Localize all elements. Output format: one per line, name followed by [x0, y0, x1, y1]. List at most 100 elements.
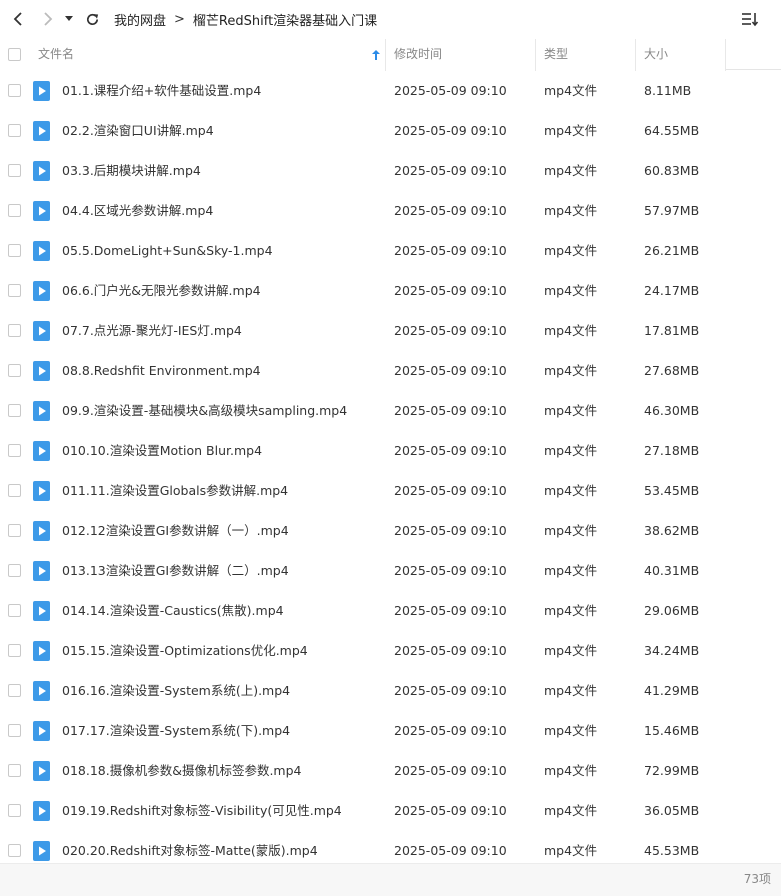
video-file-icon	[33, 521, 50, 541]
file-row[interactable]: 010.10.渲染设置Motion Blur.mp4 2025-05-09 09:…	[0, 431, 781, 471]
file-size: 53.45MB	[644, 483, 700, 498]
file-name[interactable]: 07.7.点光源-聚光灯-IES灯.mp4	[62, 311, 242, 351]
column-header-name[interactable]: 文件名	[0, 39, 386, 71]
file-name[interactable]: 010.10.渲染设置Motion Blur.mp4	[62, 431, 262, 471]
file-row[interactable]: 014.14.渲染设置-Caustics(焦散).mp4 2025-05-09 0…	[0, 591, 781, 631]
file-name[interactable]: 011.11.渲染设置Globals参数讲解.mp4	[62, 471, 288, 511]
file-name[interactable]: 012.12渲染设置GI参数讲解（一）.mp4	[62, 511, 289, 551]
video-file-icon	[33, 681, 50, 701]
file-row[interactable]: 08.8.Redshfit Environment.mp4 2025-05-09 …	[0, 351, 781, 391]
file-name[interactable]: 015.15.渲染设置-Optimizations优化.mp4	[62, 631, 308, 671]
file-row[interactable]: 018.18.摄像机参数&摄像机标签参数.mp4 2025-05-09 09:10…	[0, 751, 781, 791]
file-type: mp4文件	[544, 723, 598, 738]
file-row[interactable]: 09.9.渲染设置-基础模块&高级模块sampling.mp4 2025-05-0…	[0, 391, 781, 431]
file-size: 17.81MB	[644, 323, 700, 338]
file-name[interactable]: 03.3.后期模块讲解.mp4	[62, 151, 201, 191]
row-checkbox[interactable]	[8, 764, 21, 777]
row-checkbox[interactable]	[8, 204, 21, 217]
file-row[interactable]: 019.19.Redshift对象标签-Visibility(可见性.mp4 20…	[0, 791, 781, 831]
file-type: mp4文件	[544, 643, 598, 658]
video-file-icon	[33, 641, 50, 661]
file-size: 24.17MB	[644, 283, 700, 298]
row-checkbox[interactable]	[8, 484, 21, 497]
file-name[interactable]: 014.14.渲染设置-Caustics(焦散).mp4	[62, 591, 284, 631]
row-checkbox[interactable]	[8, 404, 21, 417]
video-file-icon	[33, 441, 50, 461]
video-file-icon	[33, 201, 50, 221]
row-checkbox[interactable]	[8, 564, 21, 577]
row-checkbox[interactable]	[8, 84, 21, 97]
breadcrumb-item-current[interactable]: 榴芒RedShift渲染器基础入门课	[193, 10, 377, 29]
file-row[interactable]: 013.13渲染设置GI参数讲解（二）.mp4 2025-05-09 09:10 m…	[0, 551, 781, 591]
column-header-modified-label: 修改时间	[394, 47, 443, 61]
row-checkbox[interactable]	[8, 644, 21, 657]
column-header-size[interactable]: 大小	[636, 39, 726, 71]
file-type: mp4文件	[544, 803, 598, 818]
file-name[interactable]: 013.13渲染设置GI参数讲解（二）.mp4	[62, 551, 289, 591]
file-row[interactable]: 012.12渲染设置GI参数讲解（一）.mp4 2025-05-09 09:10 m…	[0, 511, 781, 551]
file-name[interactable]: 01.1.课程介绍+软件基础设置.mp4	[62, 71, 261, 111]
file-name[interactable]: 02.2.渲染窗口UI讲解.mp4	[62, 111, 214, 151]
file-name[interactable]: 018.18.摄像机参数&摄像机标签参数.mp4	[62, 751, 302, 791]
row-checkbox[interactable]	[8, 324, 21, 337]
breadcrumb-separator: >	[174, 11, 185, 27]
file-name[interactable]: 017.17.渲染设置-System系统(下).mp4	[62, 711, 290, 751]
row-checkbox[interactable]	[8, 164, 21, 177]
file-name[interactable]: 09.9.渲染设置-基础模块&高级模块sampling.mp4	[62, 391, 347, 431]
file-row[interactable]: 06.6.门户光&无限光参数讲解.mp4 2025-05-09 09:10 mp4文…	[0, 271, 781, 311]
refresh-button[interactable]	[80, 7, 104, 31]
column-header-type-label: 类型	[544, 47, 569, 61]
video-file-icon	[33, 721, 50, 741]
file-size: 27.68MB	[644, 363, 700, 378]
item-count: 73项	[743, 872, 771, 886]
file-row[interactable]: 011.11.渲染设置Globals参数讲解.mp4 2025-05-09 09:…	[0, 471, 781, 511]
forward-button[interactable]	[36, 7, 60, 31]
file-modified: 2025-05-09 09:10	[394, 443, 507, 458]
sort-list-icon	[742, 13, 759, 27]
file-size: 27.18MB	[644, 443, 700, 458]
breadcrumb-item-root[interactable]: 我的网盘	[114, 10, 166, 29]
chevron-right-icon	[44, 12, 53, 26]
file-row[interactable]: 04.4.区域光参数讲解.mp4 2025-05-09 09:10 mp4文件 57.…	[0, 191, 781, 231]
file-name[interactable]: 04.4.区域光参数讲解.mp4	[62, 191, 213, 231]
sort-button[interactable]	[741, 10, 759, 28]
row-checkbox[interactable]	[8, 364, 21, 377]
row-checkbox[interactable]	[8, 124, 21, 137]
chevron-left-icon	[13, 12, 22, 26]
file-row[interactable]: 07.7.点光源-聚光灯-IES灯.mp4 2025-05-09 09:10 mp4…	[0, 311, 781, 351]
file-name[interactable]: 06.6.门户光&无限光参数讲解.mp4	[62, 271, 261, 311]
file-row[interactable]: 02.2.渲染窗口UI讲解.mp4 2025-05-09 09:10 mp4文件 64…	[0, 111, 781, 151]
file-name[interactable]: 019.19.Redshift对象标签-Visibility(可见性.mp4	[62, 791, 342, 831]
file-modified: 2025-05-09 09:10	[394, 323, 507, 338]
file-row[interactable]: 016.16.渲染设置-System系统(上).mp4 2025-05-09 09…	[0, 671, 781, 711]
row-checkbox[interactable]	[8, 244, 21, 257]
file-row[interactable]: 017.17.渲染设置-System系统(下).mp4 2025-05-09 09…	[0, 711, 781, 751]
column-header-type[interactable]: 类型	[536, 39, 636, 71]
history-dropdown-button[interactable]	[62, 7, 76, 31]
file-name[interactable]: 016.16.渲染设置-System系统(上).mp4	[62, 671, 290, 711]
file-row[interactable]: 01.1.课程介绍+软件基础设置.mp4 2025-05-09 09:10 mp4文…	[0, 71, 781, 111]
row-checkbox[interactable]	[8, 604, 21, 617]
row-checkbox[interactable]	[8, 444, 21, 457]
file-size: 40.31MB	[644, 563, 700, 578]
file-type: mp4文件	[544, 83, 598, 98]
file-modified: 2025-05-09 09:10	[394, 83, 507, 98]
video-file-icon	[33, 81, 50, 101]
file-name[interactable]: 05.5.DomeLight+Sun&Sky-1.mp4	[62, 231, 273, 271]
video-file-icon	[33, 481, 50, 501]
row-checkbox[interactable]	[8, 284, 21, 297]
row-checkbox[interactable]	[8, 524, 21, 537]
file-row[interactable]: 03.3.后期模块讲解.mp4 2025-05-09 09:10 mp4文件 60.8…	[0, 151, 781, 191]
file-row[interactable]: 05.5.DomeLight+Sun&Sky-1.mp4 2025-05-09 0…	[0, 231, 781, 271]
back-button[interactable]	[6, 7, 30, 31]
row-checkbox[interactable]	[8, 804, 21, 817]
row-checkbox[interactable]	[8, 724, 21, 737]
row-checkbox[interactable]	[8, 844, 21, 857]
row-checkbox[interactable]	[8, 684, 21, 697]
column-header-modified[interactable]: 修改时间	[386, 39, 536, 71]
file-name[interactable]: 08.8.Redshfit Environment.mp4	[62, 351, 261, 391]
video-file-icon	[33, 841, 50, 861]
file-type: mp4文件	[544, 163, 598, 178]
file-row[interactable]: 015.15.渲染设置-Optimizations优化.mp4 2025-05-0…	[0, 631, 781, 671]
file-type: mp4文件	[544, 683, 598, 698]
